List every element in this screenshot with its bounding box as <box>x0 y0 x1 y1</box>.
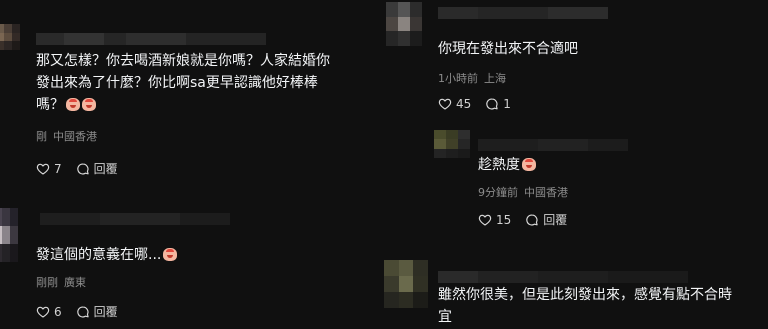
comment-actions: 6 回覆 <box>36 303 132 320</box>
reply-button[interactable]: 1 <box>485 97 511 111</box>
username-blurred[interactable] <box>40 210 230 225</box>
like-button[interactable]: 15 <box>478 213 511 227</box>
comment-text: 你現在發出來不合適吧 <box>438 41 578 57</box>
location: 廣東 <box>64 276 86 289</box>
comment-2: 發這個的意義在哪... 剛剛 廣東 6 回覆 <box>0 196 382 329</box>
like-count: 6 <box>54 304 62 319</box>
reply-button[interactable]: 回覆 <box>76 303 118 320</box>
timestamp: 剛 <box>36 130 47 143</box>
username-blurred[interactable] <box>438 4 608 19</box>
heart-icon <box>478 213 492 227</box>
reply-button[interactable]: 回覆 <box>76 160 118 177</box>
comment-meta: 剛中國香港 <box>36 130 103 144</box>
like-button[interactable]: 45 <box>438 97 471 111</box>
baby-emoji-icon <box>82 98 96 111</box>
timestamp: 1小時前 <box>438 72 478 85</box>
baby-emoji-icon <box>66 98 80 111</box>
like-count: 7 <box>54 161 62 176</box>
avatar[interactable] <box>434 130 470 158</box>
baby-emoji-icon <box>163 248 178 261</box>
comment-text: 發這個的意義在哪... <box>36 244 376 266</box>
left-column: 那又怎樣？你去喝酒新娘就是你嗎？人家結婚你 發出來為了什麼？你比啊sa更早認識他… <box>0 0 382 329</box>
comment-bubble-icon <box>76 162 90 176</box>
username-blurred[interactable] <box>478 136 628 151</box>
avatar[interactable] <box>386 2 422 46</box>
timestamp: 9分鐘前 <box>478 186 518 199</box>
reply-count: 1 <box>503 97 511 111</box>
like-count: 15 <box>496 212 512 227</box>
like-button[interactable]: 7 <box>36 162 62 176</box>
comment-meta: 9分鐘前 中國香港 <box>478 186 574 200</box>
comment-5: 雖然你很美，但是此刻發出來，感覺有點不合時 宜 <box>382 250 768 329</box>
reply-label: 回覆 <box>93 162 118 176</box>
comment-bubble-icon <box>76 305 90 319</box>
location: 上海 <box>484 72 506 85</box>
comment-text: 那又怎樣？你去喝酒新娘就是你嗎？人家結婚你 發出來為了什麼？你比啊sa更早認識他… <box>36 53 330 113</box>
baby-emoji-icon <box>522 158 536 171</box>
avatar[interactable] <box>384 260 428 308</box>
like-count: 45 <box>456 97 472 111</box>
avatar[interactable] <box>0 208 18 262</box>
comment-3: 你現在發出來不合適吧 1小時前 上海 45 1 <box>382 0 768 124</box>
comment-1: 那又怎樣？你去喝酒新娘就是你嗎？人家結婚你 發出來為了什麼？你比啊sa更早認識他… <box>0 0 382 190</box>
heart-icon <box>36 305 50 319</box>
location: 中國香港 <box>524 186 568 199</box>
like-button[interactable]: 6 <box>36 305 62 319</box>
heart-icon <box>438 97 452 111</box>
avatar[interactable] <box>0 24 20 50</box>
username-blurred[interactable] <box>438 268 688 283</box>
reply-label: 回覆 <box>543 213 568 227</box>
username-blurred[interactable] <box>36 30 266 45</box>
heart-icon <box>36 162 50 176</box>
comment-text: 雖然你很美，但是此刻發出來，感覺有點不合時 宜 <box>438 287 732 325</box>
comment-meta: 1小時前 上海 <box>438 72 512 86</box>
right-column: 你現在發出來不合適吧 1小時前 上海 45 1 趁熱度 9分鐘前 中國香港 15 回… <box>382 0 768 329</box>
timestamp: 剛剛 <box>36 276 58 289</box>
reply-label: 回覆 <box>93 305 118 319</box>
location: 中國香港 <box>53 130 97 143</box>
reply-button[interactable]: 回覆 <box>525 211 567 228</box>
comment-text: 趁熱度 <box>478 154 748 176</box>
comment-bubble-icon <box>525 213 539 227</box>
comment-meta: 剛剛 廣東 <box>36 276 92 290</box>
comment-4: 趁熱度 9分鐘前 中國香港 15 回覆 <box>382 124 768 234</box>
comment-actions: 15 回覆 <box>478 211 581 228</box>
comment-bubble-icon <box>485 97 499 111</box>
comment-actions: 45 1 <box>438 97 525 111</box>
comment-actions: 7 回覆 <box>36 160 132 177</box>
